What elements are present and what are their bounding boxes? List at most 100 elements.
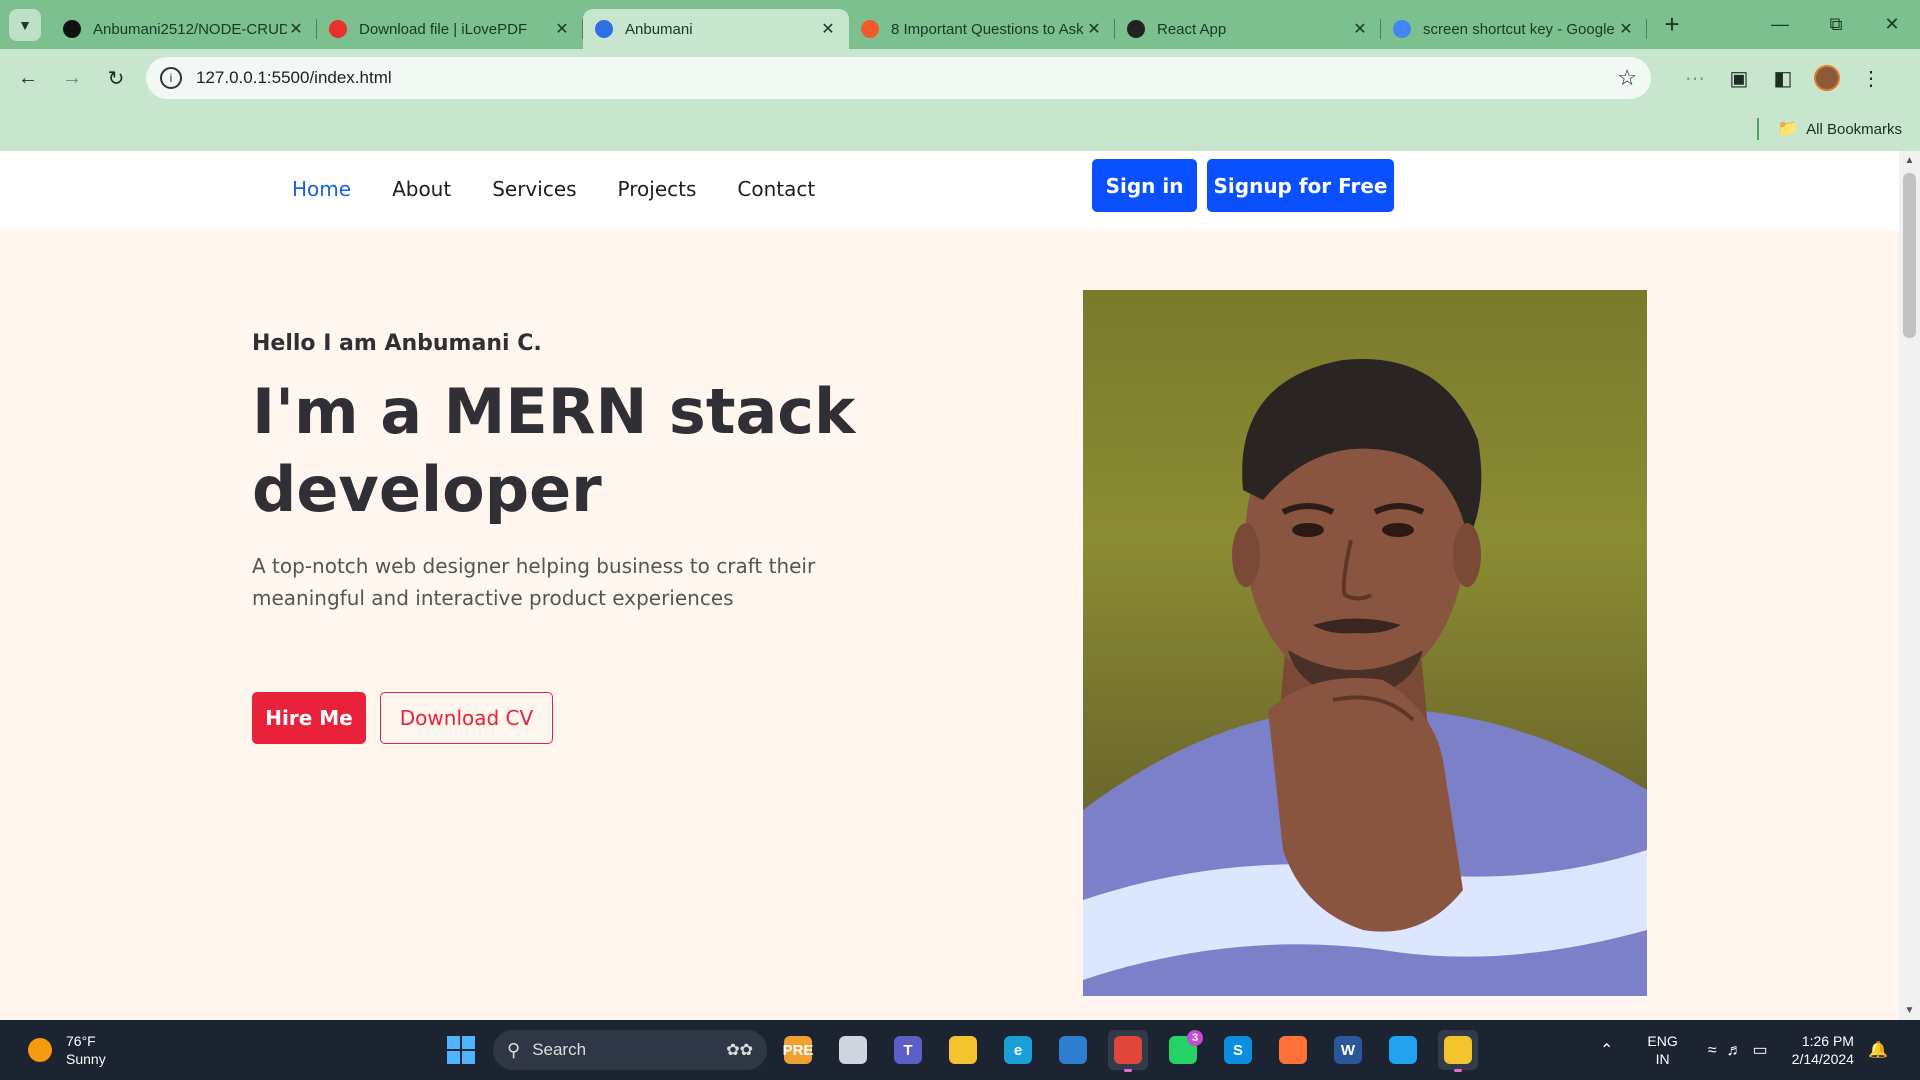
search-icon: ⚲ [507,1039,521,1060]
tab-title: 8 Important Questions to Ask [891,20,1084,38]
address-url[interactable]: 127.0.0.1:5500/index.html [196,68,1617,88]
portrait-illustration [1083,359,1647,996]
nav-link-services[interactable]: Services [492,177,576,201]
task-view-icon [839,1036,867,1064]
window-controls: — ⧉ ✕ [1752,0,1920,49]
tab-close-icon[interactable]: ✕ [287,19,305,39]
browser-tab-bar: ▼ Anbumani2512/NODE-CRUD ✕ Download file |… [0,0,1920,49]
minimize-icon[interactable]: — [1752,14,1808,35]
side-panel-icon[interactable]: ◧ [1761,66,1805,91]
github-icon [63,20,81,38]
back-arrow-icon[interactable]: ← [6,67,50,90]
close-window-icon[interactable]: ✕ [1864,14,1920,35]
sign-in-button[interactable]: Sign in [1092,159,1197,212]
tab-search-button[interactable]: ▼ [9,8,41,41]
toolbar-actions: ⋯ ▣ ◧ ⋮ [1673,65,1893,91]
browser-tab[interactable]: 8 Important Questions to Ask ✕ [849,9,1115,49]
language-indicator[interactable]: ENG IN [1647,1032,1677,1068]
system-tray: ⌃ ENG IN ≈♬▭ 1:26 PM 2/14/2024 🔔 [1600,1030,1888,1070]
tab-title: React App [1157,20,1227,38]
download-cv-button[interactable]: Download CV [380,692,553,744]
tab-close-icon[interactable]: ✕ [1351,19,1369,39]
profile-avatar[interactable] [1814,65,1840,91]
taskbar-search[interactable]: ⚲ Search ✿✿ [493,1030,767,1070]
profile-photo [1083,290,1647,996]
tab-close-icon[interactable]: ✕ [1085,19,1103,39]
extension-loading-icon[interactable]: ⋯ [1673,66,1717,91]
site-info-icon[interactable]: i [160,67,182,89]
browser-tab[interactable]: Anbumani ✕ [583,9,849,49]
reload-icon[interactable]: ↻ [94,66,138,91]
tab-close-icon[interactable]: ✕ [553,19,571,39]
vscode-taskbar-icon[interactable] [1383,1030,1423,1070]
scroll-down-icon[interactable]: ▼ [1899,1005,1920,1016]
all-bookmarks-link[interactable]: All Bookmarks [1806,121,1902,138]
browser-tab[interactable]: Download file | iLovePDF ✕ [317,9,583,49]
hire-me-button[interactable]: Hire Me [252,692,366,744]
language-code: ENG [1647,1033,1678,1049]
microsoft-store-taskbar-icon[interactable] [1053,1030,1093,1070]
word-icon: W [1334,1036,1362,1064]
edge-taskbar-icon[interactable]: e [998,1030,1038,1070]
microsoft-store-icon [1059,1036,1087,1064]
clock[interactable]: 1:26 PM 2/14/2024 [1792,1032,1854,1068]
browser-tab[interactable]: React App ✕ [1115,9,1381,49]
bookmarks-bar: 📁 All Bookmarks [0,107,1920,151]
weather-desc: Sunny [66,1051,106,1067]
folder-icon: 📁 [1776,119,1799,138]
notification-bell-icon[interactable]: 🔔 [1868,1040,1888,1060]
browser-toolbar: ← → ↻ i 127.0.0.1:5500/index.html ☆ ⋯ ▣ … [0,49,1920,107]
copilot-icon: PRE [783,1036,813,1064]
restore-icon[interactable]: ⧉ [1808,14,1864,35]
whatsapp-taskbar-icon[interactable]: 3 [1163,1030,1203,1070]
chrome-taskbar-icon[interactable] [1108,1030,1148,1072]
running-indicator [1124,1069,1132,1072]
teams-taskbar-icon[interactable]: T [888,1030,928,1070]
clock-time: 1:26 PM [1801,1033,1854,1049]
forward-arrow-icon[interactable]: → [50,67,94,90]
new-tab-button[interactable]: + [1657,9,1687,40]
tab-title: screen shortcut key - Google Search [1423,20,1617,38]
scrollbar-thumb[interactable] [1903,173,1916,338]
hero-title: I'm a MERN stack developer [252,375,856,526]
weather-widget[interactable]: 76°F Sunny [28,1032,106,1068]
skype-icon: S [1224,1036,1252,1064]
browser-tab[interactable]: screen shortcut key - Google Search✕ [1381,9,1647,49]
tab-close-icon[interactable]: ✕ [819,19,837,39]
network-volume-battery-icons[interactable]: ≈♬▭ [1708,1040,1778,1060]
firefox-taskbar-icon[interactable] [1273,1030,1313,1070]
page-scrollbar[interactable]: ▲ ▼ [1899,151,1920,1020]
nav-link-about[interactable]: About [392,177,451,201]
edge-icon: e [1004,1036,1032,1064]
notes-taskbar-icon[interactable] [1438,1030,1478,1072]
word-taskbar-icon[interactable]: W [1328,1030,1368,1070]
nav-link-projects[interactable]: Projects [618,177,697,201]
browser-tab[interactable]: Anbumani2512/NODE-CRUD ✕ [51,9,317,49]
search-highlight-icon: ✿✿ [726,1042,753,1059]
region-code: IN [1655,1051,1670,1067]
task-view-taskbar-icon[interactable] [833,1030,873,1070]
chrome-icon [1114,1036,1142,1064]
nav-link-home[interactable]: Home [292,177,351,201]
tab-close-icon[interactable]: ✕ [1617,19,1635,39]
notes-icon [1444,1036,1472,1064]
signup-button[interactable]: Signup for Free [1207,159,1394,212]
file-explorer-taskbar-icon[interactable] [943,1030,983,1070]
tab-title: Download file | iLovePDF [359,20,528,38]
scroll-up-icon[interactable]: ▲ [1899,155,1920,166]
notification-badge: 3 [1187,1030,1203,1046]
menu-kebab-icon[interactable]: ⋮ [1849,66,1893,91]
address-bar[interactable]: i 127.0.0.1:5500/index.html ☆ [146,57,1651,99]
bars-icon [861,20,879,38]
show-hidden-icons-icon[interactable]: ⌃ [1600,1040,1613,1060]
extensions-puzzle-icon[interactable]: ▣ [1717,66,1761,91]
bookmark-star-icon[interactable]: ☆ [1617,65,1637,91]
sun-icon [28,1038,52,1062]
copilot-taskbar-icon[interactable]: PRE [778,1030,818,1070]
start-button[interactable] [447,1036,475,1064]
nav-link-contact[interactable]: Contact [737,177,815,201]
skype-taskbar-icon[interactable]: S [1218,1030,1258,1070]
w-icon [595,20,613,38]
tab-title: Anbumani2512/NODE-CRUD [93,20,287,38]
page-viewport: Home About Services Projects Contact Sign in… [0,151,1899,1020]
